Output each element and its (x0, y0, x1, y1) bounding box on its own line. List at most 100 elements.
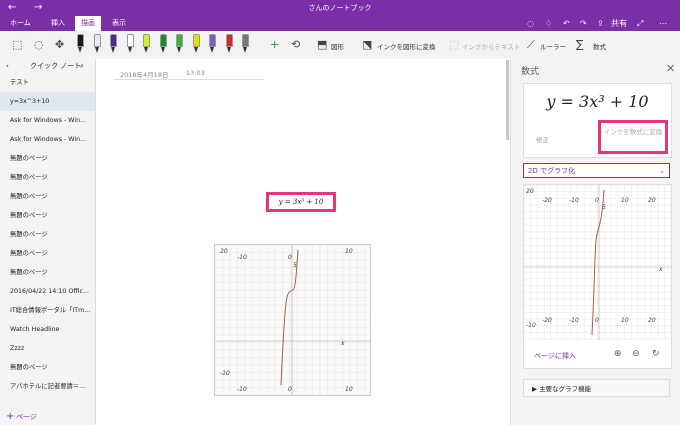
add-page-button[interactable]: + ページ (0, 409, 95, 425)
svg-text:10: 10 (345, 248, 353, 255)
math-icon[interactable]: ∑ (576, 38, 583, 52)
undo-icon[interactable]: ↶ (563, 16, 570, 31)
page-list-item[interactable]: 無題のページ (0, 149, 95, 168)
shapes-button[interactable]: 図形 (331, 41, 344, 51)
page-list-item[interactable]: IT総合情報ポータル「ITm... (0, 301, 95, 320)
page-list-item[interactable]: 無題のページ (0, 168, 95, 187)
svg-text:-10: -10 (237, 254, 247, 261)
tab-home[interactable]: ホーム (4, 16, 37, 31)
svg-text:-10: -10 (569, 317, 579, 324)
page-list-item[interactable]: 無題のページ (0, 358, 95, 377)
title-line (114, 79, 264, 80)
page-list-sidebar: ‹ クイック ノート ⌕ テスト y=3x^3+10 Ask for Windows… (0, 59, 96, 425)
page-list-item[interactable]: 無題のページ (0, 244, 95, 263)
svg-text:20: 20 (526, 188, 534, 195)
svg-text:x: x (340, 340, 345, 347)
svg-text:20: 20 (220, 248, 228, 255)
svg-text:-10: -10 (237, 386, 247, 393)
ruler-icon[interactable]: ⟋ (527, 38, 535, 52)
page-date: 2018年4月18日 (120, 71, 169, 79)
svg-text:0: 0 (288, 254, 292, 261)
pen-10[interactable] (225, 34, 233, 54)
page-list-item[interactable]: Zzzz (0, 339, 95, 358)
page-list-item[interactable]: テスト (0, 73, 95, 92)
zoom-out-icon[interactable]: ⊖ (632, 349, 640, 359)
chevron-down-icon: ⌄ (659, 167, 665, 175)
page-list-item[interactable]: 2016/04/22 14:10 Offic... (0, 282, 95, 301)
page-list-item[interactable]: Ask for Windows - Win... (0, 111, 95, 130)
ink-to-text-icon: ⬚ (449, 38, 460, 51)
page-list-item[interactable]: Ask for Windows - Win... (0, 130, 95, 149)
svg-text:-20: -20 (542, 197, 552, 204)
ruler-button[interactable]: ルーラー (540, 41, 566, 51)
more-icon[interactable]: ⋯ (659, 16, 667, 31)
graph-mode-dropdown[interactable]: 2D でグラフ化 ⌄ (523, 163, 670, 178)
pen-8[interactable] (192, 34, 200, 54)
back-chevron-icon[interactable]: ‹ (6, 59, 9, 73)
share-icon[interactable]: ⇪ (597, 16, 604, 31)
math-button[interactable]: 数式 (593, 41, 606, 51)
page-list-item[interactable]: Watch Headline (0, 320, 95, 339)
fullscreen-icon[interactable]: ⤢ (637, 16, 643, 31)
page-list-item[interactable]: 無題のページ (0, 206, 95, 225)
svg-text:10: 10 (621, 197, 629, 204)
tab-draw[interactable]: 描画 (75, 16, 101, 31)
ink-replay-icon[interactable]: ⟲ (291, 38, 300, 52)
page-canvas[interactable]: 2018年4月18日 13:03 y = 3x³ + 10 20 -10 0 5… (96, 59, 510, 425)
handwritten-equation[interactable]: y = 3x³ + 10 (266, 192, 336, 212)
close-icon[interactable]: ✕ (666, 62, 675, 75)
tab-insert[interactable]: 挿入 (45, 16, 71, 31)
graph-card: 20 -20 -10 0 5 10 20 -10 -20 -10 0 10 20… (523, 184, 672, 369)
svg-text:10: 10 (621, 317, 629, 324)
page-list-item[interactable]: 無題のページ (0, 225, 95, 244)
pen-4[interactable] (126, 34, 134, 54)
pen-7[interactable] (176, 34, 183, 54)
svg-text:-10: -10 (526, 322, 536, 329)
lasso-select-icon[interactable]: ◌ (34, 38, 44, 52)
lightbulb-icon[interactable]: ◌ (527, 16, 534, 31)
pen-2[interactable] (93, 34, 101, 54)
pen-11[interactable] (242, 34, 249, 54)
math-panel: 数式 ✕ y = 3x³ + 10 修正 インクを数式に変換 2D でグラフ化 … (510, 59, 680, 425)
search-icon[interactable]: ⌕ (80, 59, 84, 73)
ink-to-shape-icon[interactable]: ⬔ (362, 38, 372, 52)
bell-icon[interactable]: ♢ (545, 16, 552, 31)
tab-view[interactable]: 表示 (106, 16, 132, 31)
fix-button[interactable]: 修正 (536, 134, 549, 144)
redo-icon[interactable]: ↷ (580, 16, 587, 31)
svg-text:0: 0 (288, 386, 292, 393)
page-list-item[interactable]: 無題のページ (0, 263, 95, 282)
svg-text:0: 0 (595, 197, 599, 204)
pen-6[interactable] (159, 34, 167, 54)
ribbon-tabs: ホーム 挿入 描画 表示 (0, 16, 680, 31)
page-graph[interactable]: 20 -10 0 5 10 x -10 -10 0 10 (214, 244, 371, 396)
svg-text:-20: -20 (542, 317, 552, 324)
add-pen-icon[interactable]: + (270, 38, 279, 52)
insert-on-page-button[interactable]: ページに挿入 (534, 351, 576, 361)
zoom-in-icon[interactable]: ⊕ (614, 349, 622, 359)
select-objects-icon[interactable]: ⬚ (12, 38, 22, 52)
pen-3[interactable] (110, 34, 117, 54)
window-title: さんのノートブック (308, 4, 372, 12)
sidebar-header: ‹ クイック ノート ⌕ (0, 59, 95, 73)
page-list-item[interactable]: 無題のページ (0, 187, 95, 206)
shapes-icon[interactable]: ⬒ (317, 38, 327, 52)
page-list-item[interactable]: y=3x^3+10 (0, 92, 95, 111)
svg-text:5: 5 (602, 204, 606, 211)
ink-to-shape-button[interactable]: インクを図形に変換 (377, 41, 436, 51)
pen-5[interactable] (143, 34, 150, 54)
draw-toolbar: ⬚ ◌ ✥ + ⟲ ⬒ 図形 ⬔ インクを図形に変換 ⬚ インクからテキスト ⟋… (0, 31, 680, 60)
svg-text:x: x (658, 266, 663, 273)
key-graph-features-expander[interactable]: ▶ 主要なグラフ機能 (523, 379, 670, 397)
section-name[interactable]: クイック ノート (30, 59, 81, 73)
refresh-icon[interactable]: ↻ (652, 349, 660, 359)
pen-9[interactable] (209, 34, 216, 54)
share-button[interactable]: 共有 (611, 16, 627, 31)
pen-1[interactable] (77, 34, 84, 54)
page-scrollbar[interactable] (506, 60, 509, 140)
panel-graph-svg[interactable]: 20 -20 -10 0 5 10 20 -10 -20 -10 0 10 20… (523, 184, 671, 340)
svg-text:20: 20 (648, 197, 656, 204)
page-list-item[interactable]: アパホテルに記者要請＝... (0, 377, 95, 396)
convert-ink-to-math-button[interactable]: インクを数式に変換 (598, 120, 668, 154)
pan-icon[interactable]: ✥ (55, 38, 64, 52)
